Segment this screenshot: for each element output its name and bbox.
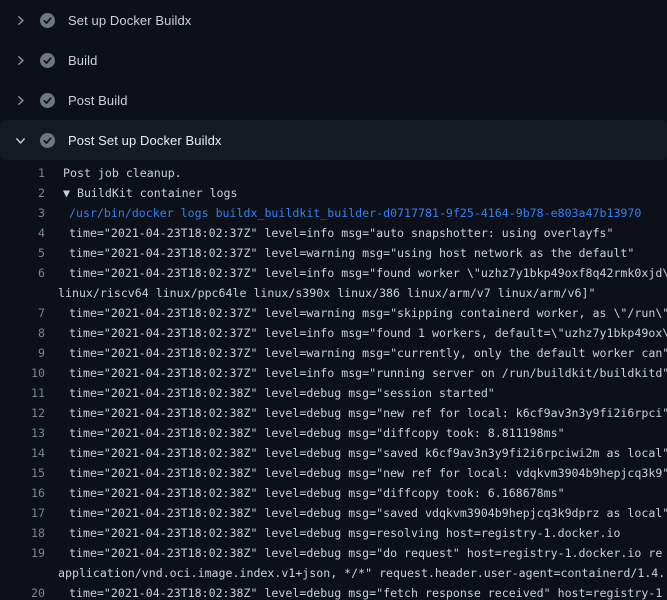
log-group-toggle[interactable]: ▼ BuildKit container logs	[58, 183, 238, 203]
log-line-text: time="2021-04-23T18:02:38Z" level=debug …	[58, 403, 667, 423]
chevron-down-icon	[13, 133, 27, 147]
log-line: 2 ▼ BuildKit container logs	[0, 183, 667, 203]
step-label: Set up Docker Buildx	[68, 13, 191, 28]
log-lines: 1 Post job cleanup. 2 ▼ BuildKit contain…	[0, 160, 667, 600]
log-line: 7 time="2021-04-23T18:02:37Z" level=warn…	[0, 303, 667, 323]
check-circle-icon	[40, 53, 55, 68]
step-row-post-build[interactable]: Post Build	[0, 80, 667, 120]
log-line-number[interactable]: 11	[0, 383, 45, 403]
actions-log-viewer: Set up Docker Buildx Build P	[0, 0, 667, 600]
check-circle-icon	[40, 13, 55, 28]
step-label: Post Set up Docker Buildx	[68, 133, 222, 148]
log-line-text: time="2021-04-23T18:02:37Z" level=warnin…	[58, 243, 634, 263]
log-line: 11 time="2021-04-23T18:02:38Z" level=deb…	[0, 383, 667, 403]
log-line-number[interactable]: 19	[0, 543, 45, 563]
log-line: 14 time="2021-04-23T18:02:38Z" level=deb…	[0, 443, 667, 463]
log-line-text: time="2021-04-23T18:02:38Z" level=debug …	[58, 523, 620, 543]
log-line-number[interactable]: 15	[0, 463, 45, 483]
log-line: 18 time="2021-04-23T18:02:38Z" level=deb…	[0, 523, 667, 543]
log-line-number[interactable]: 8	[0, 323, 45, 343]
log-line: application/vnd.oci.image.index.v1+json,…	[0, 563, 667, 583]
log-line-number[interactable]: 14	[0, 443, 45, 463]
log-line-text: time="2021-04-23T18:02:38Z" level=debug …	[58, 483, 565, 503]
log-line-number[interactable]: 12	[0, 403, 45, 423]
log-line: 20 time="2021-04-23T18:02:38Z" level=deb…	[0, 583, 667, 600]
log-line-number[interactable]: 16	[0, 483, 45, 503]
log-line-text: time="2021-04-23T18:02:38Z" level=debug …	[58, 423, 565, 443]
chevron-right-icon	[13, 53, 27, 67]
log-line: 13 time="2021-04-23T18:02:38Z" level=deb…	[0, 423, 667, 443]
log-line-number[interactable]: 3	[0, 203, 45, 223]
log-line-number[interactable]: 5	[0, 243, 45, 263]
log-line-text: time="2021-04-23T18:02:38Z" level=debug …	[58, 443, 667, 463]
log-line-number[interactable]: 2	[0, 183, 45, 203]
log-line: 16 time="2021-04-23T18:02:38Z" level=deb…	[0, 483, 667, 503]
log-line: 1 Post job cleanup.	[0, 163, 667, 183]
check-circle-icon	[40, 133, 55, 148]
log-line-number[interactable]: 13	[0, 423, 45, 443]
log-line-number[interactable]: 18	[0, 523, 45, 543]
log-line-text: time="2021-04-23T18:02:37Z" level=info m…	[58, 323, 667, 343]
step-label: Build	[68, 53, 97, 68]
log-line: 8 time="2021-04-23T18:02:37Z" level=info…	[0, 323, 667, 343]
step-row-build[interactable]: Build	[0, 40, 667, 80]
step-label: Post Build	[68, 93, 128, 108]
log-line: 15 time="2021-04-23T18:02:38Z" level=deb…	[0, 463, 667, 483]
log-line-number	[0, 563, 45, 583]
log-line-number[interactable]: 1	[0, 163, 45, 183]
log-line-number	[0, 283, 45, 303]
log-line-text: linux/riscv64 linux/ppc64le linux/s390x …	[58, 283, 595, 303]
log-line: 19 time="2021-04-23T18:02:38Z" level=deb…	[0, 543, 667, 563]
log-line-text: time="2021-04-23T18:02:38Z" level=debug …	[58, 463, 667, 483]
log-line: 6 time="2021-04-23T18:02:37Z" level=info…	[0, 263, 667, 283]
log-line: 17 time="2021-04-23T18:02:38Z" level=deb…	[0, 503, 667, 523]
check-circle-icon	[40, 93, 55, 108]
log-line-text: time="2021-04-23T18:02:38Z" level=debug …	[58, 503, 667, 523]
log-line-text: time="2021-04-23T18:02:37Z" level=info m…	[58, 223, 613, 243]
chevron-right-icon	[13, 13, 27, 27]
log-line-number[interactable]: 9	[0, 343, 45, 363]
step-row-post-set-up-docker-buildx[interactable]: Post Set up Docker Buildx	[0, 120, 667, 160]
log-line: 5 time="2021-04-23T18:02:37Z" level=warn…	[0, 243, 667, 263]
log-line-text: time="2021-04-23T18:02:38Z" level=debug …	[58, 383, 495, 403]
log-line-text: time="2021-04-23T18:02:37Z" level=warnin…	[58, 343, 667, 363]
log-line-number[interactable]: 7	[0, 303, 45, 323]
log-line-text: time="2021-04-23T18:02:37Z" level=info m…	[58, 263, 667, 283]
chevron-right-icon	[13, 93, 27, 107]
log-line-number[interactable]: 20	[0, 583, 45, 600]
log-line: 12 time="2021-04-23T18:02:38Z" level=deb…	[0, 403, 667, 423]
log-line-number[interactable]: 6	[0, 263, 45, 283]
log-line-text: time="2021-04-23T18:02:38Z" level=debug …	[58, 543, 662, 563]
log-line-number[interactable]: 4	[0, 223, 45, 243]
steps-list: Set up Docker Buildx Build P	[0, 0, 667, 160]
log-line-text: Post job cleanup.	[58, 163, 182, 183]
log-line: 10 time="2021-04-23T18:02:37Z" level=inf…	[0, 363, 667, 383]
log-line-number[interactable]: 17	[0, 503, 45, 523]
log-line-number[interactable]: 10	[0, 363, 45, 383]
log-line: linux/riscv64 linux/ppc64le linux/s390x …	[0, 283, 667, 303]
log-line-text: application/vnd.oci.image.index.v1+json,…	[58, 563, 665, 583]
log-line-text: time="2021-04-23T18:02:37Z" level=warnin…	[58, 303, 667, 323]
step-row-set-up-docker-buildx[interactable]: Set up Docker Buildx	[0, 0, 667, 40]
log-line-text: time="2021-04-23T18:02:38Z" level=debug …	[58, 583, 662, 600]
log-line: 9 time="2021-04-23T18:02:37Z" level=warn…	[0, 343, 667, 363]
log-line-text: time="2021-04-23T18:02:37Z" level=info m…	[58, 363, 667, 383]
log-line: 4 time="2021-04-23T18:02:37Z" level=info…	[0, 223, 667, 243]
log-command-text: /usr/bin/docker logs buildx_buildkit_bui…	[58, 203, 641, 223]
log-line: 3 /usr/bin/docker logs buildx_buildkit_b…	[0, 203, 667, 223]
